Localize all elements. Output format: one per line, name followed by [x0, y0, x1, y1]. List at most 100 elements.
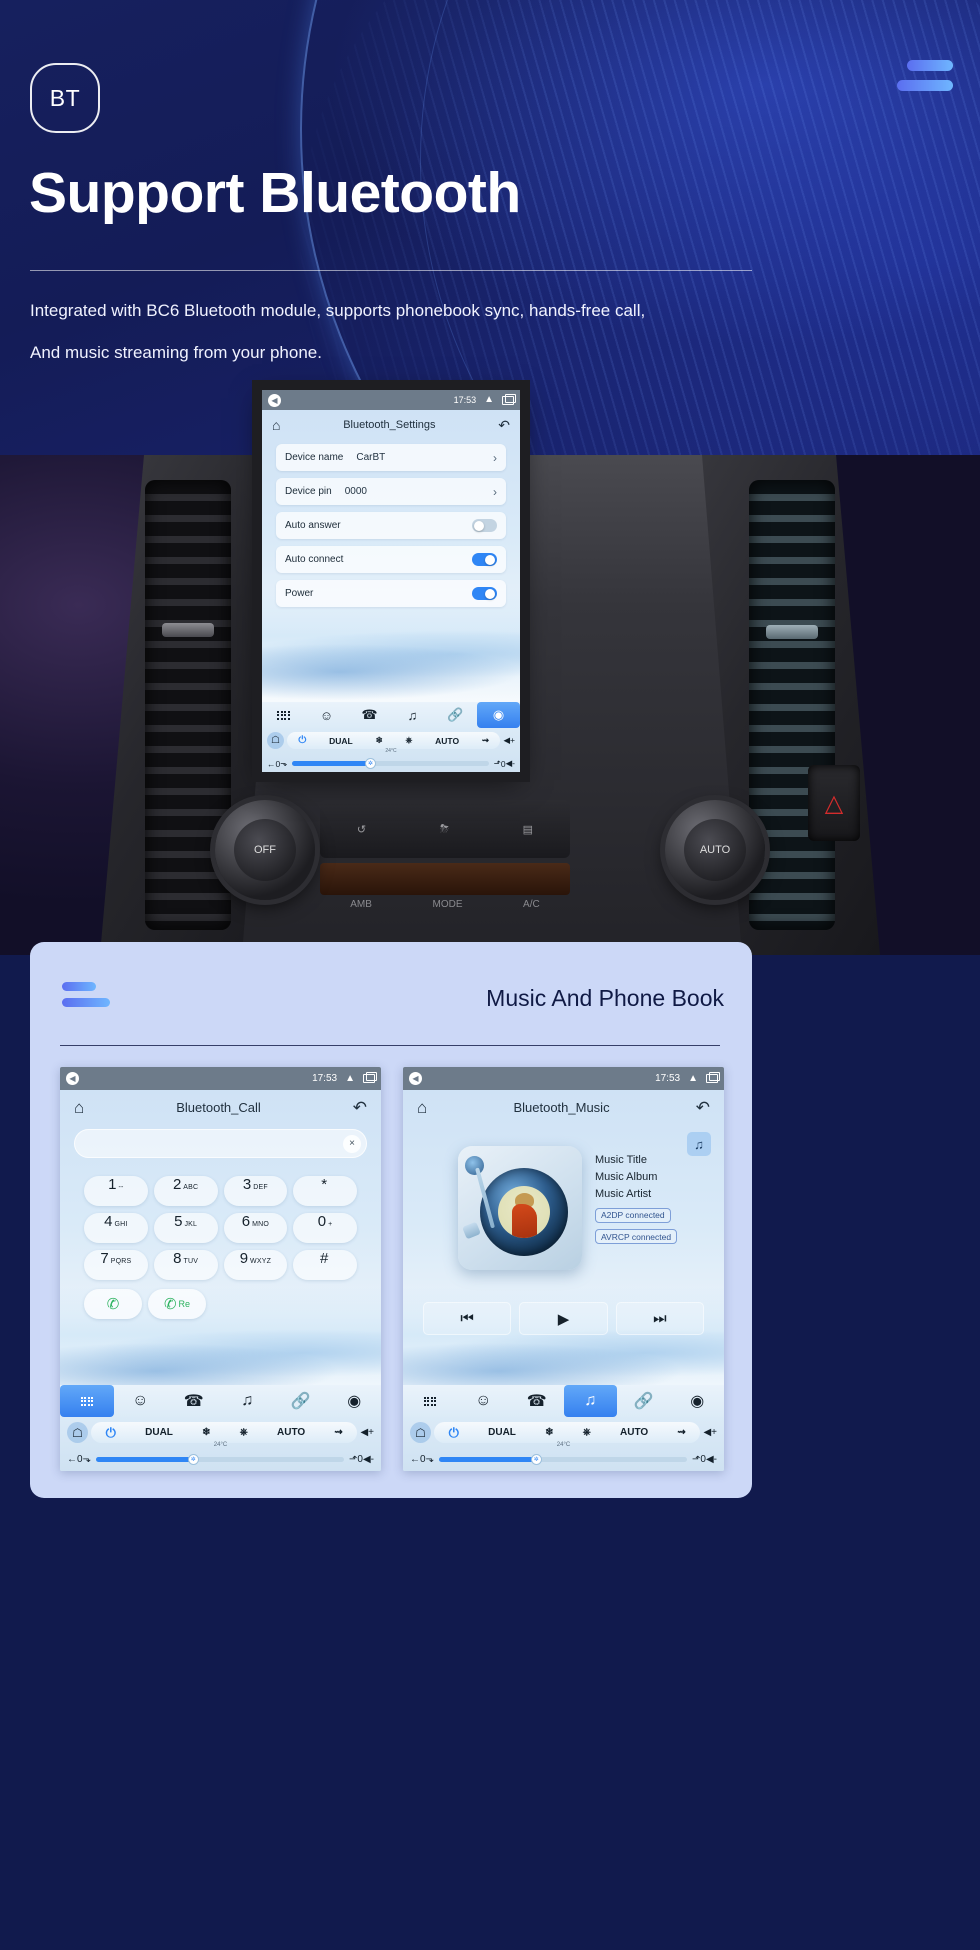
setting-row-power[interactable]: Power — [276, 580, 506, 607]
back-circle-icon[interactable]: ◀ — [268, 393, 281, 407]
key-0[interactable]: 0 + — [293, 1213, 357, 1243]
undo-icon[interactable]: ↶ — [498, 418, 510, 432]
appbar-apps-icon[interactable] — [60, 1385, 114, 1417]
hazard-light-button[interactable]: △ — [808, 765, 860, 841]
undo-icon[interactable]: ↶ — [353, 1099, 367, 1116]
climate-auto-label[interactable]: AUTO — [435, 736, 459, 746]
key-6[interactable]: 6 MNO — [223, 1213, 288, 1243]
fan-speed-slider[interactable]: ✲ — [95, 1454, 345, 1465]
climate-home-icon[interactable]: ☖ — [267, 732, 284, 749]
climate-back-icon[interactable]: ← — [67, 1454, 77, 1465]
defrost-icon[interactable]: ⎈ — [583, 1427, 591, 1438]
climate-auto-label[interactable]: AUTO — [620, 1427, 648, 1438]
card-menu-icon[interactable] — [62, 982, 110, 1014]
volume-up-icon[interactable]: ◀+ — [703, 1427, 717, 1438]
home-icon[interactable]: ⌂ — [74, 1099, 84, 1116]
climate-auto-label[interactable]: AUTO — [277, 1427, 305, 1438]
key-7[interactable]: 7 PQRS — [84, 1250, 148, 1280]
climate-dual-label[interactable]: DUAL — [329, 736, 353, 746]
hvac-windshield-icon[interactable]: ⛈ — [440, 823, 449, 836]
key-1[interactable]: 1 -- — [84, 1176, 148, 1206]
previous-track-button[interactable]: ⏮ — [423, 1302, 512, 1335]
key-star[interactable]: * — [293, 1176, 357, 1206]
defrost-icon[interactable]: ⎈ — [406, 735, 413, 746]
volume-down-icon[interactable]: ◀- — [363, 1454, 374, 1465]
phone-number-input[interactable]: × — [74, 1129, 367, 1158]
hvac-knob-right[interactable]: AUTO — [665, 800, 765, 900]
recents-icon[interactable] — [363, 1072, 377, 1083]
clear-icon[interactable]: × — [343, 1134, 361, 1153]
auto-connect-toggle[interactable] — [472, 553, 497, 566]
snowflake-icon[interactable]: ❄ — [202, 1427, 210, 1438]
appbar-phone-icon[interactable]: ☎ — [510, 1385, 564, 1417]
appbar-phone-icon[interactable]: ☎ — [348, 702, 391, 728]
call-button[interactable]: ✆ — [84, 1289, 142, 1319]
power-icon[interactable]: ⏻ — [298, 735, 306, 746]
hvac-knob-left[interactable]: OFF — [215, 800, 315, 900]
next-track-button[interactable]: ⏭ — [615, 1302, 704, 1335]
key-9[interactable]: 9 WXYZ — [223, 1250, 288, 1280]
recents-icon[interactable] — [502, 393, 516, 405]
climate-home-icon[interactable]: ☖ — [410, 1422, 431, 1443]
seat-icon[interactable]: ⬎ — [426, 1454, 434, 1465]
volume-down-icon[interactable]: ◀- — [706, 1454, 717, 1465]
appbar-link-icon[interactable]: 🔗 — [434, 702, 477, 728]
hvac-rear-icon[interactable]: ▤ — [523, 823, 533, 836]
snowflake-icon[interactable]: ❄ — [376, 735, 383, 746]
key-5[interactable]: 5 JKL — [153, 1213, 218, 1243]
power-icon[interactable]: ⏻ — [106, 1425, 116, 1441]
chevron-up-icon[interactable]: ▲ — [345, 1073, 355, 1084]
seat-heat-icon[interactable]: ⬏ — [494, 758, 501, 769]
appbar-link-icon[interactable]: 🔗 — [617, 1385, 671, 1417]
power-icon[interactable]: ⏻ — [449, 1425, 459, 1441]
setting-row-device-name[interactable]: Device name CarBT › — [276, 444, 506, 471]
appbar-music-icon[interactable]: ♫ — [391, 702, 434, 728]
appbar-settings-icon[interactable]: ◉ — [671, 1385, 725, 1417]
appbar-settings-icon[interactable]: ◉ — [328, 1385, 382, 1417]
setting-row-device-pin[interactable]: Device pin 0000 › — [276, 478, 506, 505]
appbar-apps-icon[interactable] — [262, 702, 305, 728]
setting-row-auto-connect[interactable]: Auto connect — [276, 546, 506, 573]
chevron-up-icon[interactable]: ▲ — [484, 395, 494, 405]
auto-answer-toggle[interactable] — [472, 519, 497, 532]
setting-row-auto-answer[interactable]: Auto answer — [276, 512, 506, 539]
defrost-icon[interactable]: ⎈ — [240, 1427, 248, 1438]
appbar-music-icon[interactable]: ♫ — [221, 1385, 275, 1417]
recents-icon[interactable] — [706, 1072, 720, 1083]
volume-up-icon[interactable]: ◀+ — [503, 735, 515, 746]
power-toggle[interactable] — [472, 587, 497, 600]
volume-up-icon[interactable]: ◀+ — [360, 1427, 374, 1438]
volume-down-icon[interactable]: ◀- — [506, 758, 515, 769]
appbar-contacts-icon[interactable]: ☺ — [114, 1385, 168, 1417]
seat-icon[interactable]: ⬎ — [280, 758, 287, 769]
undo-icon[interactable]: ↶ — [696, 1099, 710, 1116]
key-2[interactable]: 2 ABC — [153, 1176, 218, 1206]
key-3[interactable]: 3 DEF — [223, 1176, 288, 1206]
appbar-phone-icon[interactable]: ☎ — [167, 1385, 221, 1417]
hvac-defrost-icon[interactable]: ↺ — [357, 823, 366, 836]
fan-slider-knob[interactable]: ✲ — [187, 1454, 199, 1465]
redial-button[interactable]: ✆ Re — [148, 1289, 206, 1319]
airflow-icon[interactable]: ⇝ — [334, 1427, 342, 1438]
fan-slider-knob[interactable]: ✲ — [530, 1454, 542, 1465]
appbar-contacts-icon[interactable]: ☺ — [305, 702, 348, 728]
airflow-icon[interactable]: ⇝ — [677, 1427, 685, 1438]
play-button[interactable]: ▶ — [519, 1302, 608, 1335]
climate-back-icon[interactable]: ← — [267, 759, 276, 769]
key-8[interactable]: 8 TUV — [153, 1250, 218, 1280]
fan-speed-slider[interactable]: ✲ — [292, 758, 489, 769]
appbar-music-icon[interactable]: ♫ — [563, 1385, 617, 1417]
airflow-icon[interactable]: ⇝ — [482, 735, 489, 746]
key-hash[interactable]: # — [293, 1250, 357, 1280]
seat-heat-icon[interactable]: ⬏ — [349, 1454, 357, 1465]
home-icon[interactable]: ⌂ — [417, 1099, 427, 1116]
back-circle-icon[interactable]: ◀ — [66, 1072, 79, 1085]
fan-speed-slider[interactable]: ✲ — [438, 1454, 688, 1465]
appbar-contacts-icon[interactable]: ☺ — [457, 1385, 511, 1417]
hamburger-menu-icon[interactable] — [897, 60, 953, 100]
climate-back-icon[interactable]: ← — [410, 1454, 420, 1465]
chevron-up-icon[interactable]: ▲ — [688, 1073, 698, 1084]
fan-slider-knob[interactable]: ✲ — [365, 758, 377, 769]
appbar-link-icon[interactable]: 🔗 — [274, 1385, 328, 1417]
snowflake-icon[interactable]: ❄ — [545, 1427, 553, 1438]
